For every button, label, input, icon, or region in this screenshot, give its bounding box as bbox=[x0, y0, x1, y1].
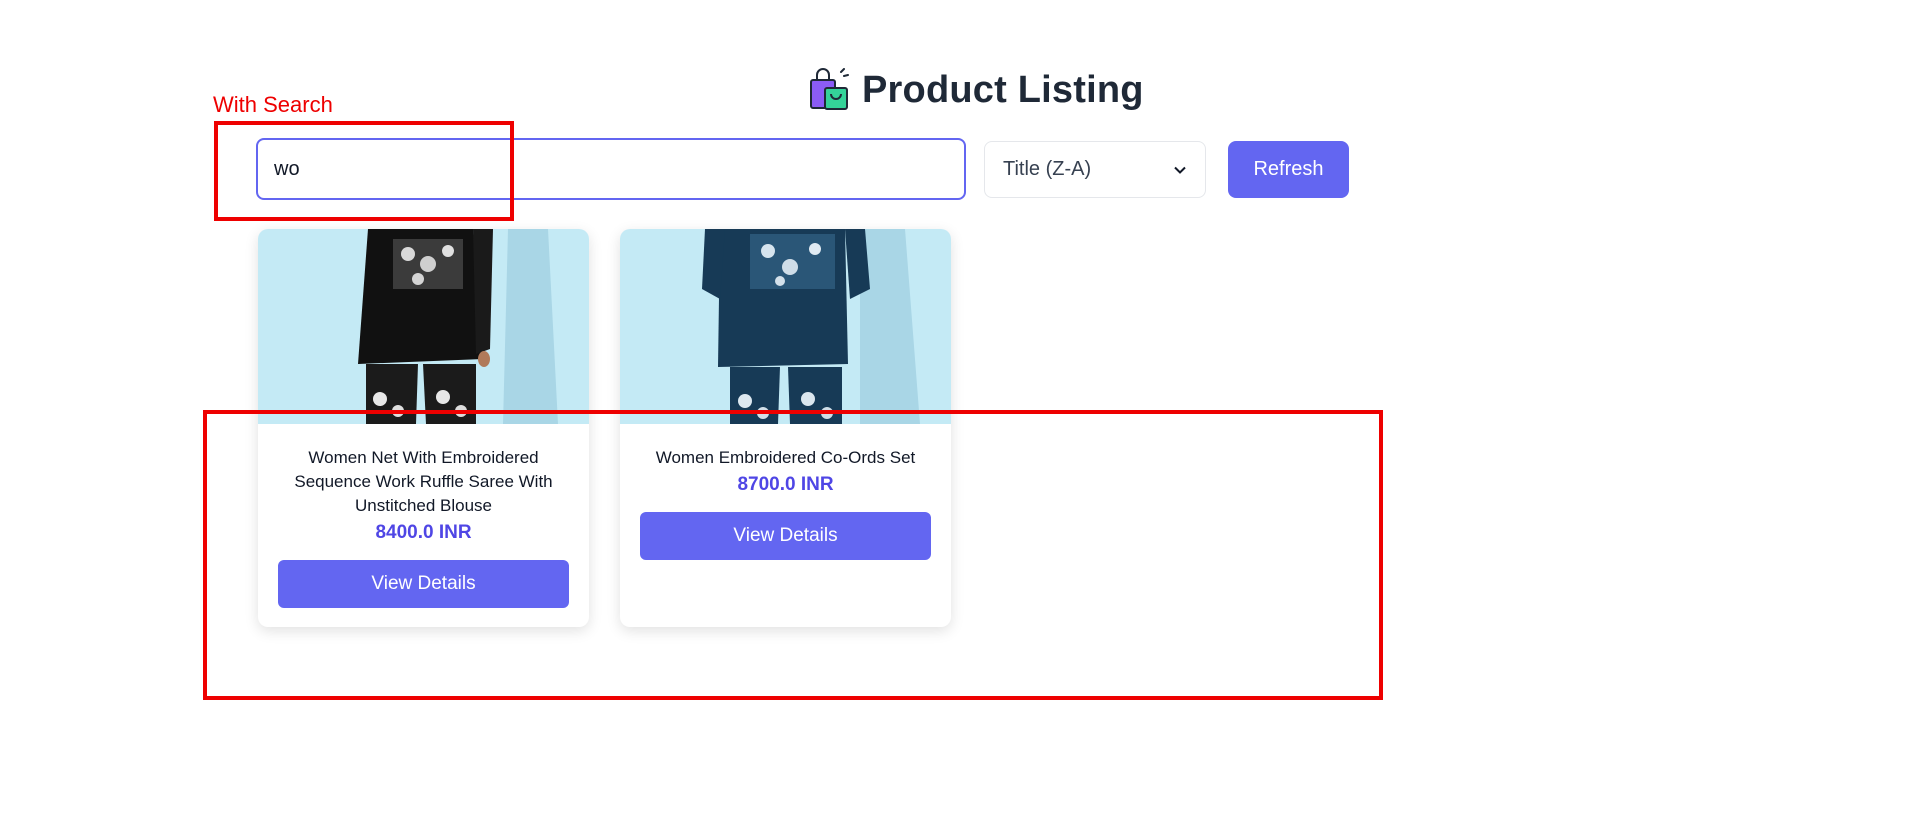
sort-select[interactable]: Title (Z-A) bbox=[984, 141, 1206, 198]
sort-selected-label: Title (Z-A) bbox=[1003, 158, 1092, 180]
page-title: Product Listing bbox=[862, 68, 1144, 111]
annotation-label: With Search bbox=[213, 92, 333, 117]
product-listing-page: Product Listing Title (Z-A) Refresh bbox=[0, 0, 1905, 828]
view-details-button[interactable]: View Details bbox=[640, 512, 931, 560]
product-price: 8700.0 INR bbox=[737, 474, 834, 495]
product-card: Women Embroidered Co-Ords Set 8700.0 INR… bbox=[620, 229, 951, 627]
view-details-button[interactable]: View Details bbox=[278, 560, 569, 608]
search-input[interactable] bbox=[256, 138, 966, 200]
product-card-body: Women Net With Embroidered Sequence Work… bbox=[258, 424, 589, 608]
product-card: Women Net With Embroidered Sequence Work… bbox=[258, 229, 589, 627]
refresh-button[interactable]: Refresh bbox=[1228, 141, 1349, 198]
product-price: 8400.0 INR bbox=[375, 522, 472, 543]
product-title: Women Embroidered Co-Ords Set bbox=[655, 448, 916, 467]
page-header: Product Listing bbox=[808, 66, 1144, 114]
product-image[interactable] bbox=[258, 229, 589, 424]
chevron-down-icon bbox=[1174, 166, 1186, 174]
shopping-bags-icon bbox=[810, 68, 849, 110]
product-image[interactable] bbox=[620, 229, 951, 424]
product-card-body: Women Embroidered Co-Ords Set 8700.0 INR… bbox=[620, 424, 951, 560]
product-title: Women Net With Embroidered Sequence Work… bbox=[294, 448, 553, 515]
